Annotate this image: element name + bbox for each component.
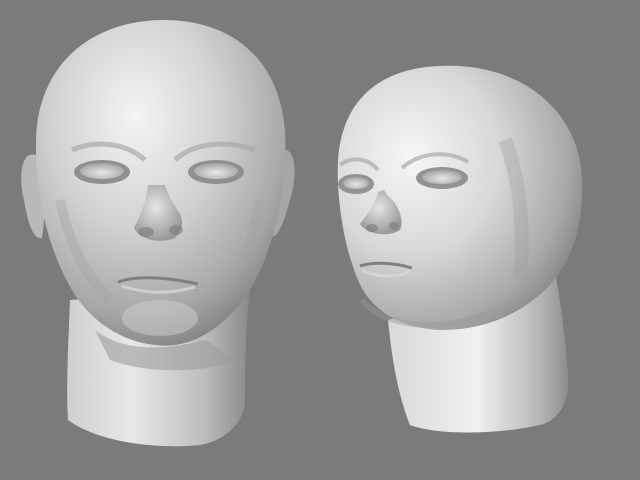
3d-viewport[interactable] [0,0,640,480]
render-canvas [21,19,583,447]
right-eye [188,160,244,184]
left-eye [74,160,130,184]
head-model-frontal[interactable] [21,19,295,447]
right-eye [416,167,468,189]
left-eye [338,174,374,194]
head-model-three-quarter[interactable] [337,65,583,433]
chin [122,300,198,336]
